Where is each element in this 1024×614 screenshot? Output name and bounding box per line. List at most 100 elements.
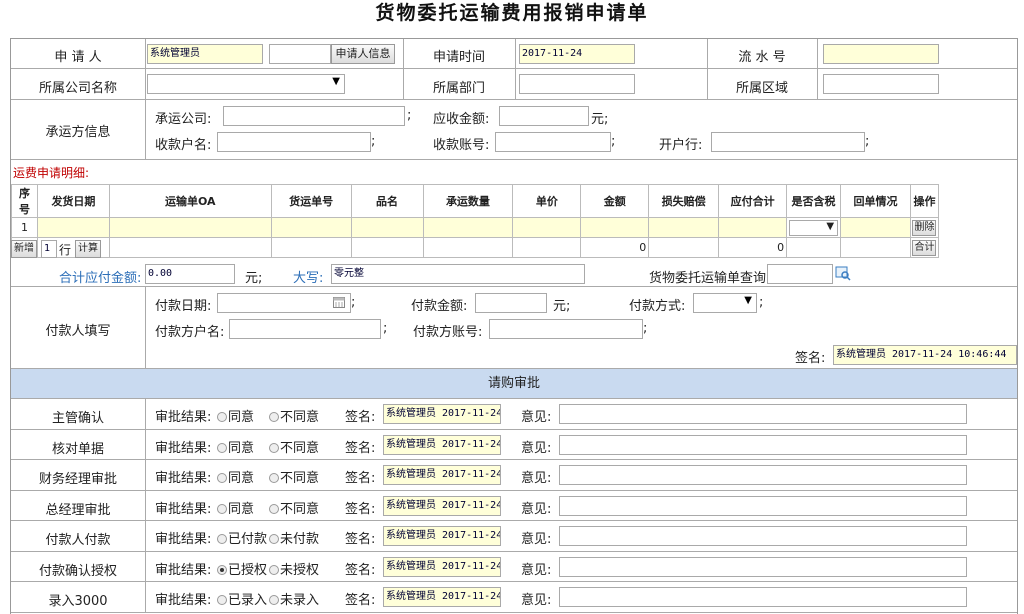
quantity-cell[interactable] — [422, 217, 514, 238]
sign-input[interactable]: 系统管理员 2017-11-24 — [383, 495, 501, 516]
capital-input[interactable]: 零元整 — [331, 264, 585, 284]
semicolon-text: ; — [611, 134, 616, 149]
approval-row: 付款确认授权 审批结果: 已授权 未授权 签名: 系统管理员 2017-11-24 意见: — [11, 551, 1017, 582]
product-cell[interactable] — [350, 217, 424, 238]
option-reject-radio[interactable]: 不同意 — [269, 437, 319, 456]
opinion-input[interactable] — [559, 434, 967, 455]
amount-cell[interactable] — [580, 217, 650, 238]
applicant-info-button[interactable]: 申请人信息 — [331, 44, 395, 64]
option-approve-radio[interactable]: 已录入 — [217, 589, 267, 608]
pay-date-label: 付款日期: — [155, 299, 212, 314]
option-approve-label: 已授权 — [228, 562, 268, 578]
add-row-button[interactable]: 新增 — [11, 240, 37, 258]
option-approve-label: 同意 — [228, 410, 255, 425]
opinion-input[interactable] — [559, 526, 967, 546]
column-header: 承运数量 — [422, 184, 514, 218]
department-input[interactable] — [519, 74, 635, 94]
pay-date-input[interactable] — [217, 293, 351, 313]
option-reject-radio[interactable]: 不同意 — [269, 498, 319, 517]
option-approve-radio[interactable]: 同意 — [217, 406, 254, 425]
sign-input[interactable]: 系统管理员 2017-11-24 — [383, 587, 501, 607]
opinion-input[interactable] — [559, 556, 967, 577]
option-approve-radio[interactable]: 同意 — [217, 467, 254, 486]
payer-name-label: 付款方户名: — [155, 325, 225, 340]
approval-step-label: 录入3000 — [48, 594, 108, 609]
sign-input[interactable]: 系统管理员 2017-11-24 — [383, 556, 501, 577]
applicant-row: 申 请 人 系统管理员 申请人信息 申请时间 2017-11-24 流 水 号 — [11, 39, 1017, 69]
receipt-cell[interactable] — [840, 217, 911, 238]
option-reject-radio[interactable]: 未录入 — [269, 589, 319, 608]
freight-no-cell[interactable] — [270, 217, 352, 238]
semicolon-text: ; — [643, 321, 648, 336]
delete-button[interactable]: 删除 — [912, 219, 937, 236]
column-header: 发货日期 — [36, 184, 110, 218]
apply-time-input[interactable]: 2017-11-24 — [519, 44, 635, 64]
opinion-input[interactable] — [559, 404, 967, 424]
loss-cell[interactable] — [648, 217, 720, 238]
option-reject-radio[interactable]: 不同意 — [269, 467, 319, 486]
applicant-extra-input[interactable] — [269, 44, 331, 64]
option-reject-label: 不同意 — [280, 440, 320, 456]
option-reject-radio[interactable]: 未授权 — [269, 559, 319, 578]
column-header: 回单情况 — [840, 184, 911, 218]
total-button[interactable]: 合计 — [912, 239, 937, 256]
payer-sign-input[interactable]: 系统管理员 2017-11-24 10:46:44 — [833, 345, 1017, 365]
opinion-label: 意见: — [521, 501, 552, 517]
search-icon[interactable] — [835, 265, 851, 281]
calculate-button[interactable]: 计算 — [75, 240, 101, 258]
serial-number-input[interactable] — [823, 44, 939, 64]
radio-icon — [269, 473, 279, 483]
sum-input[interactable]: 0.00 — [145, 264, 235, 284]
apply-time-label: 申请时间 — [432, 50, 485, 65]
payable-cell[interactable] — [718, 217, 788, 238]
option-approve-label: 同意 — [228, 501, 255, 517]
radio-icon — [269, 564, 279, 575]
carrier-company-input[interactable] — [223, 106, 405, 126]
opinion-input[interactable] — [559, 587, 967, 607]
payee-account-label: 收款账号: — [433, 138, 490, 153]
sign-label: 签名: — [345, 593, 376, 608]
calendar-icon[interactable] — [333, 296, 345, 308]
company-select[interactable]: ▼ — [147, 74, 345, 94]
approval-row: 核对单据 审批结果: 同意 不同意 签名: 系统管理员 2017-11-24 意见: — [11, 429, 1017, 460]
opinion-input[interactable] — [559, 465, 967, 485]
radio-icon — [269, 595, 279, 605]
option-approve-radio[interactable]: 已授权 — [217, 559, 267, 578]
option-approve-radio[interactable]: 同意 — [217, 498, 254, 517]
ship-date-cell[interactable] — [36, 217, 110, 238]
payee-name-input[interactable] — [217, 132, 371, 152]
option-approve-label: 同意 — [228, 440, 255, 456]
sign-input[interactable]: 系统管理员 2017-11-24 — [383, 434, 501, 455]
waybill-oa-cell[interactable] — [108, 217, 272, 238]
sign-input[interactable]: 系统管理员 2017-11-24 — [383, 404, 501, 424]
sign-input[interactable]: 系统管理员 2017-11-24 — [383, 526, 501, 546]
sum-label: 合计应付金额: — [59, 271, 142, 286]
receivable-input[interactable] — [499, 106, 589, 126]
radio-icon — [217, 473, 227, 483]
payee-account-input[interactable] — [495, 132, 611, 152]
option-reject-radio[interactable]: 未付款 — [269, 528, 319, 547]
option-approve-radio[interactable]: 同意 — [217, 437, 254, 456]
region-input[interactable] — [823, 74, 939, 94]
row-unit-text: 行 — [59, 243, 72, 257]
add-count-input[interactable]: 1 — [41, 240, 57, 258]
approval-bar: 请购审批 — [11, 369, 1017, 399]
waybill-query-input[interactable] — [767, 264, 833, 284]
total-amount: 0 — [580, 237, 650, 258]
sign-input[interactable]: 系统管理员 2017-11-24 — [383, 465, 501, 485]
unit-price-cell[interactable] — [512, 217, 582, 238]
approval-row: 付款人付款 审批结果: 已付款 未付款 签名: 系统管理员 2017-11-24 意见: — [11, 521, 1017, 552]
applicant-input[interactable]: 系统管理员 — [147, 44, 263, 64]
pay-method-select[interactable]: ▼ — [693, 293, 757, 313]
result-label: 审批结果: — [155, 501, 212, 517]
option-approve-radio[interactable]: 已付款 — [217, 528, 267, 547]
payer-account-input[interactable] — [489, 319, 643, 339]
chevron-down-icon: ▼ — [744, 295, 752, 306]
radio-icon — [217, 503, 227, 514]
option-reject-radio[interactable]: 不同意 — [269, 406, 319, 425]
payer-name-input[interactable] — [229, 319, 381, 339]
pay-amount-input[interactable] — [475, 293, 547, 313]
bank-input[interactable] — [711, 132, 865, 152]
opinion-input[interactable] — [559, 495, 967, 516]
tax-select[interactable]: ▼ — [786, 217, 842, 238]
